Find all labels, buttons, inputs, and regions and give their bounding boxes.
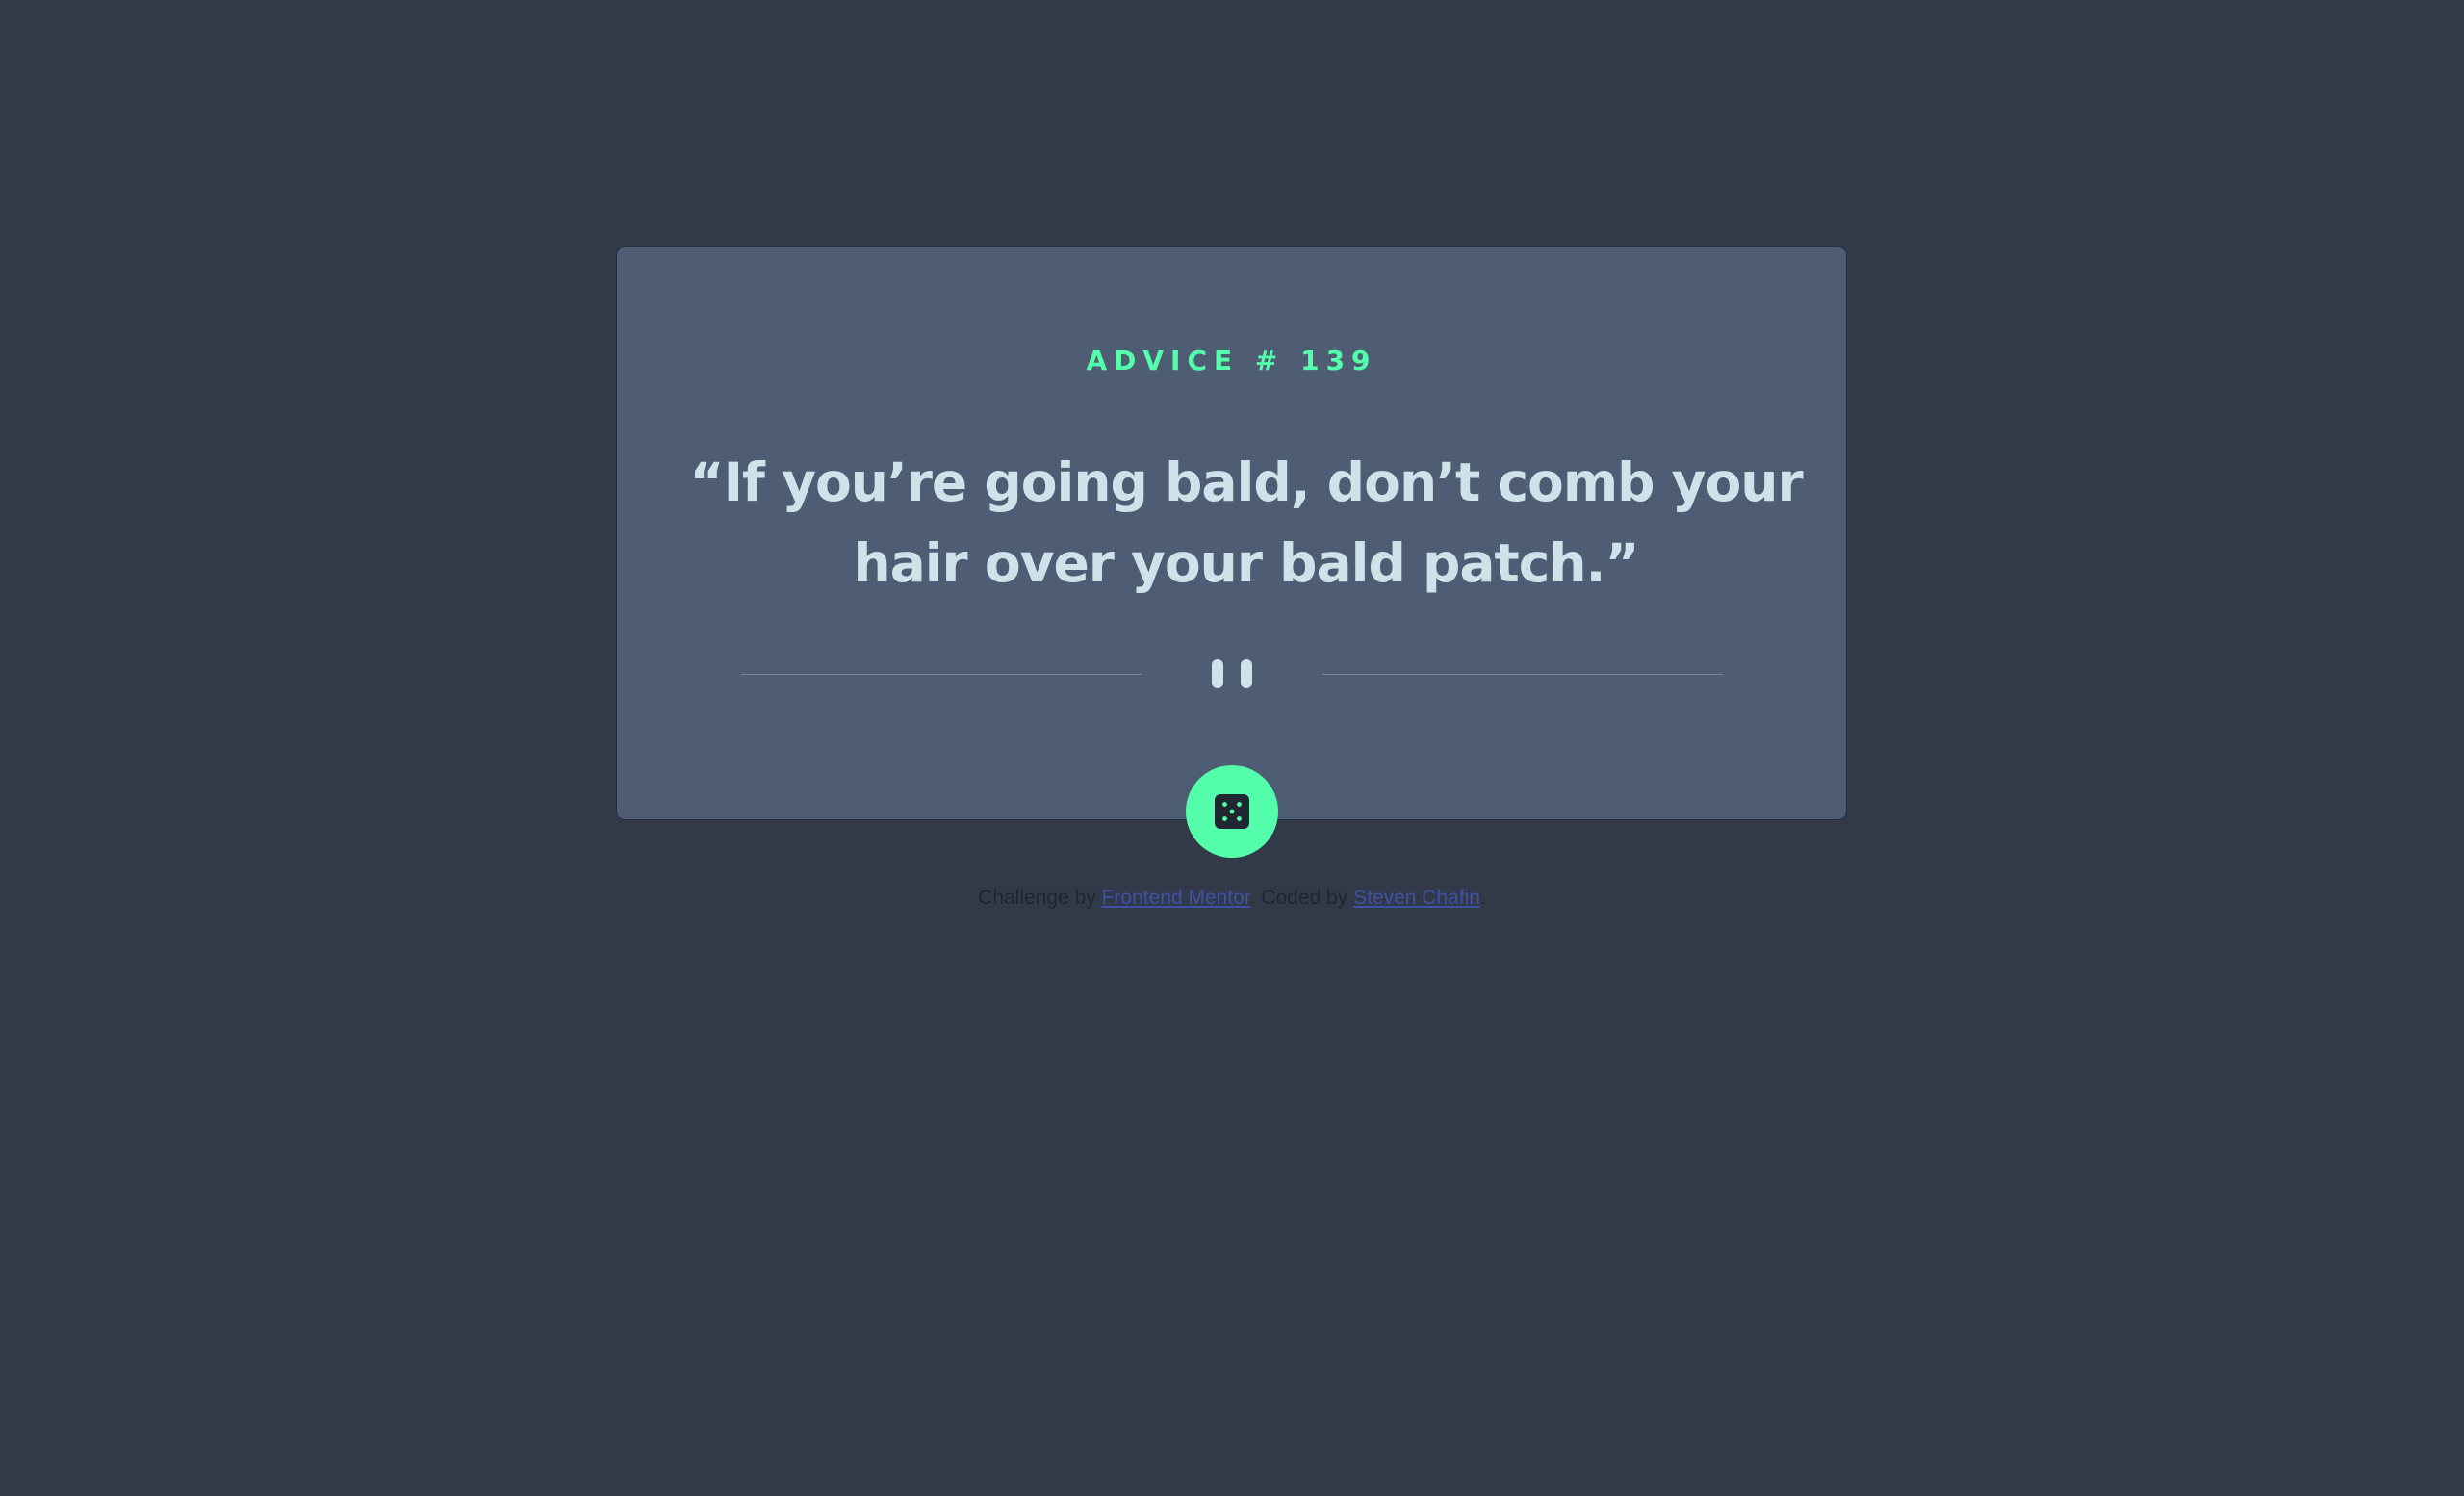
dice-icon bbox=[1215, 794, 1249, 829]
divider-line-left bbox=[741, 674, 1142, 675]
advice-quote: “If you’re going bald, don’t comb your h… bbox=[689, 451, 1803, 594]
advice-number-heading: ADVICE # 139 bbox=[1086, 345, 1377, 376]
advice-card: ADVICE # 139 “If you’re going bald, don’… bbox=[617, 247, 1846, 819]
new-advice-button[interactable] bbox=[1186, 765, 1278, 858]
attribution-suffix: . bbox=[1480, 887, 1486, 909]
divider-line-right bbox=[1322, 674, 1723, 675]
pattern-divider bbox=[741, 659, 1723, 688]
frontend-mentor-link[interactable]: Frontend Mentor bbox=[1102, 887, 1250, 909]
attribution-prefix: Challenge by bbox=[978, 887, 1102, 909]
author-link[interactable]: Steven Chafin bbox=[1353, 887, 1480, 909]
pause-icon bbox=[1212, 659, 1252, 688]
attribution: Challenge by Frontend Mentor. Coded by S… bbox=[0, 887, 2464, 910]
attribution-middle: . Coded by bbox=[1249, 887, 1354, 909]
